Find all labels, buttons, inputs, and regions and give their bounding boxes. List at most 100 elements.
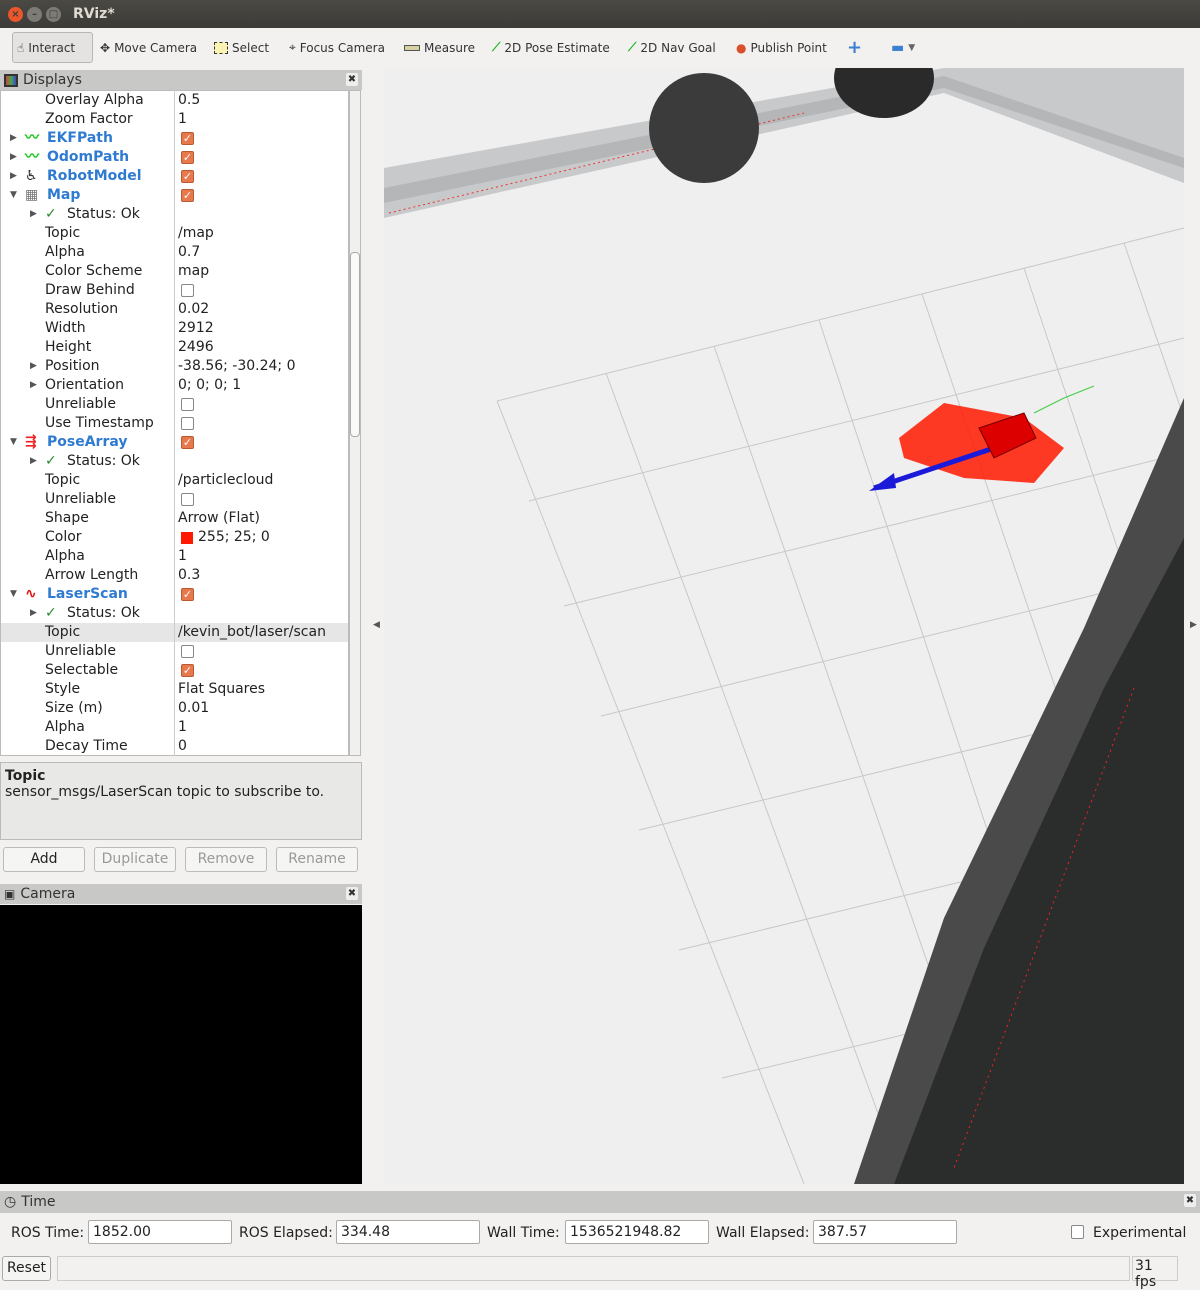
property-row[interactable]: Decay Time 0 — [1, 737, 348, 755]
row-value[interactable]: 2912 — [178, 319, 214, 338]
measure-tool[interactable]: Measure — [400, 32, 479, 63]
collapse-left-icon[interactable]: ◀ — [373, 620, 380, 630]
move-camera-tool[interactable]: ✥ Move Camera — [96, 32, 201, 63]
expand-arrow-icon[interactable]: ▶ — [10, 148, 17, 167]
display-item[interactable]: ▼ ∿ LaserScan ✓ — [1, 585, 348, 604]
close-panel-icon[interactable]: ✖ — [346, 887, 358, 900]
reset-button[interactable]: Reset — [2, 1256, 51, 1281]
enable-checkbox[interactable] — [181, 493, 194, 506]
pose-estimate-tool[interactable]: ⟋ 2D Pose Estimate — [488, 32, 614, 63]
experimental-checkbox[interactable] — [1071, 1225, 1084, 1239]
expand-arrow-icon[interactable]: ▶ — [30, 357, 37, 376]
row-value[interactable]: 0 — [178, 737, 187, 755]
display-item[interactable]: ▼ ⇶ PoseArray ✓ — [1, 433, 348, 452]
property-row[interactable]: ▶ Orientation 0; 0; 0; 1 — [1, 376, 348, 395]
row-value[interactable]: 0.01 — [178, 699, 209, 718]
ros-elapsed-field[interactable]: 334.48 — [336, 1220, 480, 1244]
collapse-right-icon[interactable]: ▶ — [1190, 620, 1197, 630]
property-row[interactable]: Topic/kevin_bot/laser/scan — [1, 623, 348, 642]
row-value[interactable]: /map — [178, 224, 214, 243]
row-value[interactable]: 0.7 — [178, 243, 200, 262]
property-row[interactable]: Resolution 0.02 — [1, 300, 348, 319]
close-panel-icon[interactable]: ✖ — [1184, 1194, 1196, 1207]
add-tool-button[interactable]: + — [843, 32, 866, 63]
display-item[interactable]: ▶ ♿ RobotModel ✓ — [1, 167, 348, 186]
status-item[interactable]: ▶ ✓ Status: Ok — [1, 205, 348, 224]
property-row[interactable]: Size (m) 0.01 — [1, 699, 348, 718]
property-row[interactable]: Color 255; 25; 0 — [1, 528, 348, 547]
display-item[interactable]: ▼ ▦ Map ✓ — [1, 186, 348, 205]
property-row[interactable]: Selectable ✓ — [1, 661, 348, 680]
row-value[interactable]: Arrow (Flat) — [178, 509, 260, 528]
property-row[interactable]: ▶ Position -38.56; -30.24; 0 — [1, 357, 348, 376]
property-row[interactable]: Zoom Factor 1 — [1, 110, 348, 129]
enable-checkbox[interactable]: ✓ — [181, 664, 194, 677]
enable-checkbox[interactable]: ✓ — [181, 151, 194, 164]
property-row[interactable]: Alpha 0.7 — [1, 243, 348, 262]
interact-tool[interactable]: ☝ Interact — [12, 32, 93, 63]
display-item[interactable]: ▶ 〰 OdomPath ✓ — [1, 148, 348, 167]
property-row[interactable]: Color Scheme map — [1, 262, 348, 281]
publish-point-tool[interactable]: ● Publish Point — [732, 32, 831, 63]
3d-viewport[interactable] — [384, 68, 1184, 1184]
select-tool[interactable]: Select — [210, 32, 273, 63]
property-row[interactable]: Height 2496 — [1, 338, 348, 357]
status-item[interactable]: ▶ ✓ Status: Ok — [1, 604, 348, 623]
close-panel-icon[interactable]: ✖ — [346, 73, 358, 86]
property-row[interactable]: Arrow Length 0.3 — [1, 566, 348, 585]
expand-arrow-icon[interactable]: ▶ — [10, 167, 17, 186]
property-row[interactable]: Unreliable — [1, 642, 348, 661]
collapse-arrow-icon[interactable]: ▼ — [10, 433, 17, 452]
row-value[interactable]: 2496 — [178, 338, 214, 357]
row-value[interactable]: 1 — [178, 547, 187, 566]
property-row[interactable]: Unreliable — [1, 395, 348, 414]
status-item[interactable]: ▶ ✓ Status: Ok — [1, 452, 348, 471]
expand-arrow-icon[interactable]: ▶ — [10, 129, 17, 148]
property-row[interactable]: Draw Behind — [1, 281, 348, 300]
color-swatch[interactable] — [181, 532, 193, 544]
row-value[interactable]: 0.3 — [178, 566, 200, 585]
expand-arrow-icon[interactable]: ▶ — [30, 376, 37, 395]
enable-checkbox[interactable] — [181, 398, 194, 411]
row-value[interactable]: -38.56; -30.24; 0 — [178, 357, 296, 376]
maximize-button[interactable]: □ — [46, 7, 61, 22]
ros-time-field[interactable]: 1852.00 — [88, 1220, 232, 1244]
row-value[interactable]: 0; 0; 0; 1 — [178, 376, 241, 395]
scrollbar-thumb[interactable] — [350, 252, 360, 437]
expand-arrow-icon[interactable]: ▶ — [30, 604, 37, 623]
enable-checkbox[interactable]: ✓ — [181, 189, 194, 202]
minimize-button[interactable]: – — [27, 7, 42, 22]
property-row[interactable]: Unreliable — [1, 490, 348, 509]
close-window-button[interactable]: × — [8, 7, 23, 22]
property-row[interactable]: Style Flat Squares — [1, 680, 348, 699]
enable-checkbox[interactable]: ✓ — [181, 436, 194, 449]
row-value[interactable]: /kevin_bot/laser/scan — [178, 623, 326, 642]
expand-arrow-icon[interactable]: ▶ — [30, 205, 37, 224]
enable-checkbox[interactable] — [181, 417, 194, 430]
property-row[interactable]: Topic/map — [1, 224, 348, 243]
row-value[interactable]: Flat Squares — [178, 680, 265, 699]
row-value[interactable]: 0.02 — [178, 300, 209, 319]
property-row[interactable]: Width 2912 — [1, 319, 348, 338]
property-row[interactable]: Alpha 1 — [1, 718, 348, 737]
expand-arrow-icon[interactable]: ▶ — [30, 452, 37, 471]
row-value[interactable]: 1 — [178, 110, 187, 129]
remove-tool-button[interactable]: ▬ ▼ — [887, 32, 919, 63]
property-row[interactable]: Use Timestamp — [1, 414, 348, 433]
row-value[interactable]: /particlecloud — [178, 471, 273, 490]
row-value[interactable]: map — [178, 262, 209, 281]
duplicate-button[interactable]: Duplicate — [94, 847, 176, 872]
nav-goal-tool[interactable]: ⟋ 2D Nav Goal — [624, 32, 720, 63]
wall-time-field[interactable]: 1536521948.82 — [565, 1220, 709, 1244]
property-row[interactable]: Shape Arrow (Flat) — [1, 509, 348, 528]
remove-button[interactable]: Remove — [185, 847, 267, 872]
property-row[interactable]: Topic/particlecloud — [1, 471, 348, 490]
row-value[interactable]: 1 — [178, 718, 187, 737]
enable-checkbox[interactable]: ✓ — [181, 170, 194, 183]
collapse-arrow-icon[interactable]: ▼ — [10, 585, 17, 604]
row-value[interactable]: 255; 25; 0 — [198, 528, 270, 547]
enable-checkbox[interactable] — [181, 284, 194, 297]
collapse-arrow-icon[interactable]: ▼ — [10, 186, 17, 205]
row-value[interactable]: 0.5 — [178, 91, 200, 110]
column-divider[interactable] — [174, 90, 175, 756]
